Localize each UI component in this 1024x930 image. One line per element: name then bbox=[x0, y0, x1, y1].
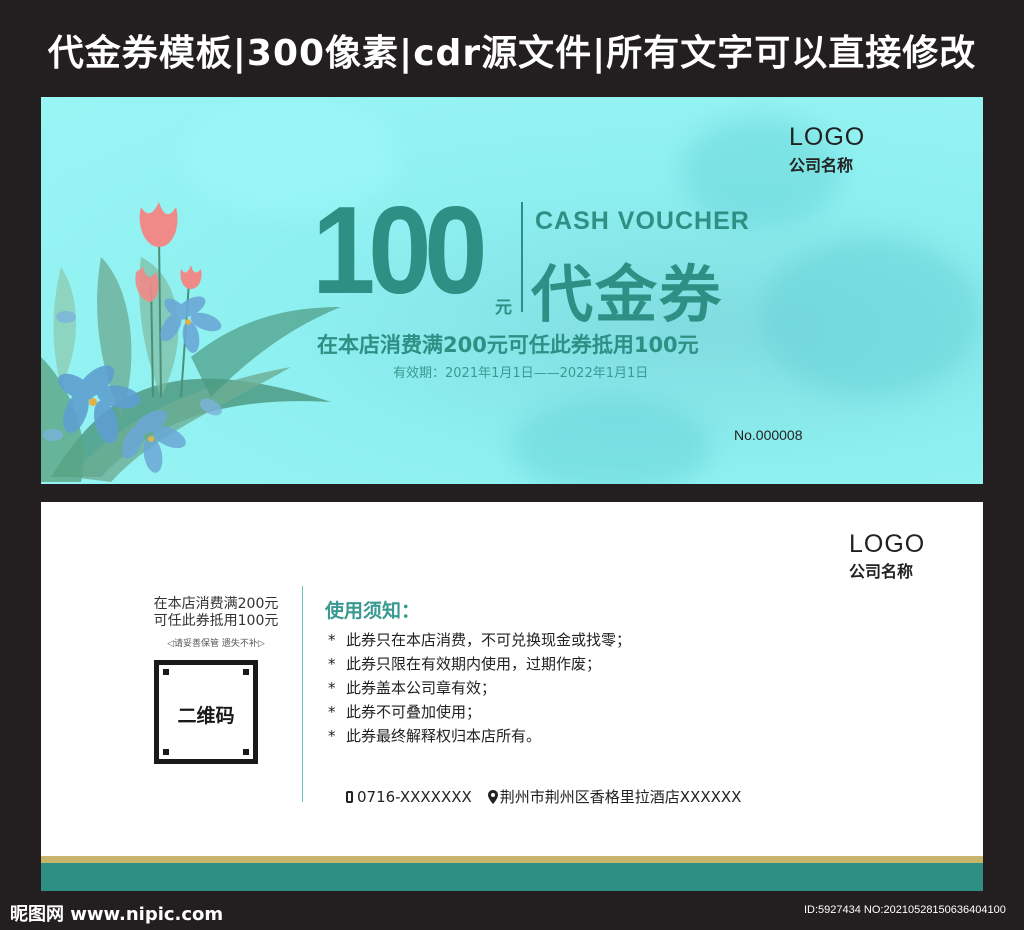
qr-corner-marker bbox=[163, 749, 169, 755]
voucher-front: 100 元 CASH VOUCHER 代金券 在本店消费满200元可任此券抵用1… bbox=[41, 97, 983, 484]
qr-code-placeholder: 二维码 bbox=[154, 660, 258, 764]
notice-item-text: 此券只限在有效期内使用，过期作废； bbox=[346, 655, 602, 673]
qr-corner-marker bbox=[243, 669, 249, 675]
logo: LOGO bbox=[849, 530, 926, 558]
cash-voucher-en: CASH VOUCHER bbox=[535, 207, 750, 235]
notice-item-text: 此券盖本公司章有效； bbox=[346, 679, 497, 697]
contact-info: 0716-XXXXXXX 荆州市荆州区香格里拉酒店XXXXXX bbox=[346, 786, 741, 807]
list-item: * 此券只限在有效期内使用，过期作废； bbox=[328, 655, 602, 673]
qr-label: 二维码 bbox=[177, 705, 235, 727]
gold-stripe bbox=[41, 856, 983, 863]
serial-number: No.000008 bbox=[734, 427, 803, 443]
company-name: 公司名称 bbox=[849, 562, 914, 581]
map-pin-icon bbox=[487, 789, 498, 804]
voucher-title-cn: 代金券 bbox=[531, 258, 724, 331]
qr-corner-marker bbox=[243, 749, 249, 755]
teal-stripe bbox=[41, 863, 983, 891]
stub-condition-line: 在本店消费满200元 bbox=[153, 596, 279, 612]
phone-icon bbox=[346, 790, 353, 803]
qr-corner-marker bbox=[163, 669, 169, 675]
company-name: 公司名称 bbox=[789, 156, 854, 175]
address: 荆州市荆州区香格里拉酒店XXXXXX bbox=[499, 788, 742, 806]
voucher-amount: 100 bbox=[312, 182, 488, 320]
page-title: 代金券模板|300像素|cdr源文件|所有文字可以直接修改 bbox=[47, 33, 977, 74]
stub-condition: 在本店消费满200元 可任此券抵用100元 bbox=[141, 596, 291, 630]
list-item: * 此券不可叠加使用； bbox=[328, 703, 482, 721]
list-item: * 此券只在本店消费，不可兑换现金或找零； bbox=[328, 631, 632, 649]
validity-period: 有效期：2021年1月1日——2022年1月1日 bbox=[393, 366, 649, 381]
watercolor-blot bbox=[511, 397, 711, 484]
stub-condition-line: 可任此券抵用100元 bbox=[153, 613, 279, 629]
notice-title: 使用须知： bbox=[325, 600, 421, 622]
section-divider bbox=[302, 586, 303, 802]
floral-illustration bbox=[41, 202, 341, 482]
title-divider bbox=[521, 202, 523, 312]
amount-unit: 元 bbox=[495, 298, 512, 318]
notice-item-text: 此券不可叠加使用； bbox=[346, 703, 482, 721]
list-item: * 此券最终解释权归本店所有。 bbox=[328, 727, 542, 745]
notice-list: * 此券只在本店消费，不可兑换现金或找零； * 此券只限在有效期内使用，过期作废； … bbox=[328, 628, 631, 748]
notice-item-text: 此券最终解释权归本店所有。 bbox=[346, 727, 542, 745]
watercolor-blot bbox=[761, 237, 981, 397]
image-id: ID:5927434 NO:20210528150636404100 bbox=[804, 904, 1006, 916]
keep-note: ◁请妥善保管 遗失不补▷ bbox=[167, 639, 265, 649]
usage-condition: 在本店消费满200元可任此券抵用100元 bbox=[317, 333, 699, 357]
site-watermark: 昵图网 www.nipic.com bbox=[10, 904, 224, 925]
notice-item-text: 此券只在本店消费，不可兑换现金或找零； bbox=[346, 631, 632, 649]
list-item: * 此券盖本公司章有效； bbox=[328, 679, 497, 697]
voucher-back: LOGO 公司名称 在本店消费满200元 可任此券抵用100元 ◁请妥善保管 遗… bbox=[41, 502, 983, 891]
logo: LOGO bbox=[789, 123, 866, 151]
phone-number: 0716-XXXXXXX bbox=[357, 787, 472, 806]
